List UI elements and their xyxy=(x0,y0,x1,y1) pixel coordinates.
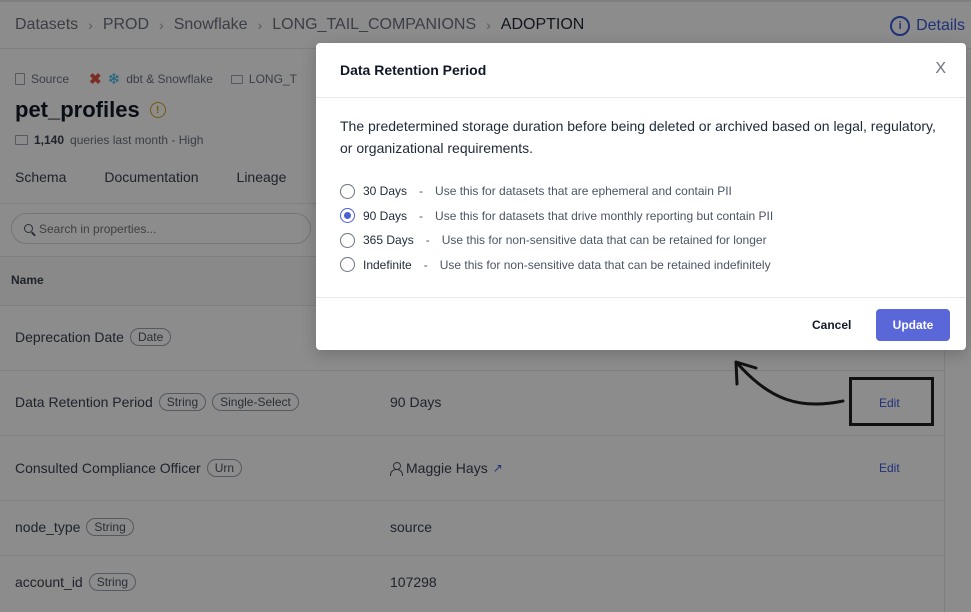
annotation-arrow xyxy=(734,360,845,406)
annotation-highlight-box xyxy=(849,377,934,426)
